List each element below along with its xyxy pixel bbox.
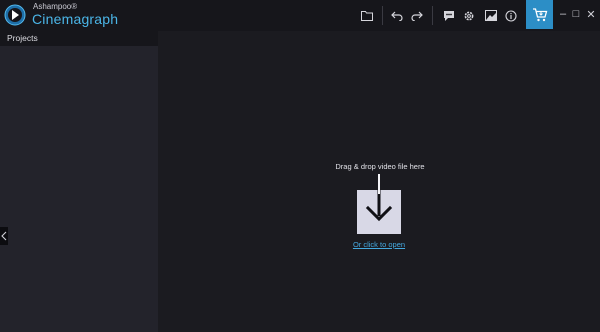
settings-icon[interactable] bbox=[460, 7, 477, 24]
download-arrow-icon bbox=[365, 190, 393, 222]
info-icon[interactable] bbox=[502, 7, 519, 24]
title-bar: Ashampoo® Cinemagraph – □ ✕ bbox=[0, 0, 600, 31]
projects-sidebar: Projects bbox=[0, 31, 158, 332]
drop-zone[interactable] bbox=[357, 190, 401, 234]
open-file-link[interactable]: Or click to open bbox=[158, 240, 600, 249]
minimize-button[interactable]: – bbox=[556, 6, 570, 22]
cart-button[interactable] bbox=[526, 0, 553, 29]
collapse-sidebar-button[interactable] bbox=[0, 227, 8, 245]
image-icon[interactable] bbox=[482, 7, 499, 24]
maximize-button[interactable]: □ bbox=[569, 6, 583, 22]
app-brand: Ashampoo® Cinemagraph bbox=[32, 2, 119, 27]
redo-icon[interactable] bbox=[408, 7, 425, 24]
undo-icon[interactable] bbox=[388, 7, 405, 24]
projects-header: Projects bbox=[0, 31, 158, 46]
main-area: Drag & drop video file here Or click to … bbox=[158, 31, 600, 332]
folder-icon[interactable] bbox=[358, 7, 375, 24]
drop-instruction: Drag & drop video file here bbox=[335, 162, 425, 171]
cart-icon bbox=[532, 7, 547, 21]
chat-icon[interactable] bbox=[440, 7, 457, 24]
arrow-stem bbox=[378, 174, 380, 194]
brand-subtitle: Ashampoo® bbox=[33, 2, 78, 11]
close-button[interactable]: ✕ bbox=[584, 6, 598, 22]
toolbar-divider bbox=[432, 6, 433, 25]
app-logo-icon bbox=[4, 4, 26, 26]
brand-title: Cinemagraph bbox=[32, 11, 119, 27]
toolbar-divider bbox=[382, 6, 383, 25]
chevron-left-icon bbox=[1, 231, 7, 241]
